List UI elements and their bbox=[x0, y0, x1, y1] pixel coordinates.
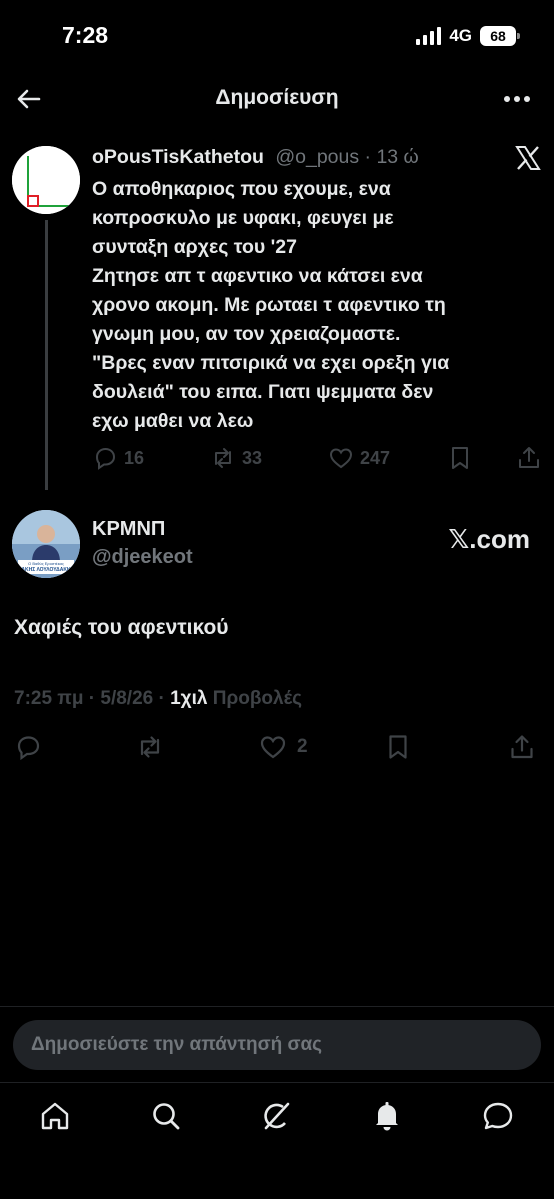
reply-count: 16 bbox=[124, 447, 145, 468]
separator-dot: · bbox=[359, 146, 377, 168]
quoted-post-text: Ο αποθηκαριος που εχουμε, ενα κοπροσκυλο… bbox=[92, 175, 532, 436]
share-icon bbox=[519, 447, 539, 468]
repost-icon bbox=[140, 736, 160, 758]
post-text-line: δουλειά" του ειπα. Γιατι ψεμματα δεν bbox=[92, 381, 434, 403]
main-post-actions: 2 bbox=[12, 733, 542, 765]
network-type: 4G bbox=[449, 26, 472, 45]
avatar-caption: Ο Βαθύς Ερυστέκας bbox=[28, 561, 64, 566]
post-date: 5/8/26 bbox=[100, 688, 154, 709]
author-handle[interactable]: @djeekeot bbox=[92, 546, 193, 569]
top-app-bar: Δημοσίευση bbox=[0, 76, 554, 122]
more-options-button[interactable] bbox=[502, 86, 532, 112]
separator-dot: · bbox=[153, 688, 171, 709]
x-logo-icon bbox=[514, 144, 542, 172]
quoted-post-actions: 16 33 247 bbox=[92, 445, 542, 475]
signal-icon bbox=[416, 27, 442, 45]
separator-dot: · bbox=[83, 688, 101, 709]
quoted-post[interactable]: oPousTisKathetou @o_pous · 13 ώ Ο αποθηκ… bbox=[12, 140, 542, 490]
reply-input[interactable] bbox=[13, 1020, 541, 1070]
post-time: 7:25 πμ bbox=[14, 688, 84, 709]
bookmark-icon bbox=[389, 735, 407, 759]
tab-notifications[interactable] bbox=[370, 1099, 404, 1133]
avatar-image: Ο Βαθύς Ερυστέκας ΑΚΗΣ ΛΟΥΛΟΥΔΑΚΗ bbox=[12, 510, 80, 578]
post-text-line: εχω μαθει να λεω bbox=[92, 410, 254, 432]
tab-search[interactable] bbox=[149, 1099, 183, 1133]
author-name[interactable]: oPousTisKathetou bbox=[92, 146, 264, 168]
tab-home[interactable] bbox=[38, 1099, 72, 1133]
xcom-watermark: 𝕏.com bbox=[448, 524, 530, 554]
repost-count: 33 bbox=[242, 447, 263, 468]
reply-icon bbox=[17, 736, 40, 761]
status-bar: 7:28 4G 68 bbox=[0, 0, 554, 70]
author-name[interactable]: ΚΡΜΝΠ bbox=[92, 518, 165, 541]
post-text-line: κοπροσκυλο με υφακι, φευγει με bbox=[92, 207, 394, 229]
post-text-line: Ο αποθηκαριος που εχουμε, ενα bbox=[92, 178, 391, 200]
post-text-line: Ζητησε απ τ αφεντικο να κάτσει ενα bbox=[92, 265, 423, 287]
repost-button[interactable]: 33 bbox=[210, 445, 262, 471]
post-text: Χαφιές του αφεντικού bbox=[14, 616, 229, 639]
post-text-line: γνωμη μου, αν τον χρειαζομαστε. bbox=[92, 323, 401, 345]
post-text-line: συνταξη αρχες του '27 bbox=[92, 236, 297, 258]
battery-icon: 68 bbox=[480, 26, 520, 46]
bookmark-icon bbox=[452, 447, 468, 469]
avatar[interactable]: Ο Βαθύς Ερυστέκας ΑΚΗΣ ΛΟΥΛΟΥΔΑΚΗ bbox=[12, 510, 80, 578]
post-time: 13 ώ bbox=[376, 146, 419, 168]
like-button[interactable]: 2 bbox=[259, 733, 308, 761]
repost-icon bbox=[215, 448, 231, 468]
perpendicular-avatar-image bbox=[12, 146, 80, 214]
like-icon bbox=[260, 736, 286, 759]
post-text-line: "Βρες εναν πιτσιρικά να εχει ορεξη για bbox=[92, 352, 450, 374]
grok-icon bbox=[264, 1102, 290, 1130]
quoted-post-header: oPousTisKathetou @o_pous · 13 ώ bbox=[92, 146, 419, 169]
like-count: 2 bbox=[297, 736, 308, 757]
like-count: 247 bbox=[360, 447, 391, 468]
views-count: 1χιλ bbox=[170, 688, 208, 709]
status-time: 7:28 bbox=[62, 22, 109, 48]
like-button[interactable]: 247 bbox=[328, 445, 390, 471]
status-indicators: 4G 68 bbox=[416, 26, 520, 46]
bottom-tab-bar bbox=[0, 1082, 554, 1199]
author-handle[interactable]: @o_pous bbox=[275, 146, 359, 168]
bookmark-button[interactable] bbox=[447, 445, 473, 471]
repost-button[interactable] bbox=[136, 733, 164, 761]
more-horizontal-icon bbox=[504, 96, 530, 102]
avatar[interactable] bbox=[12, 146, 80, 214]
bookmark-button[interactable] bbox=[384, 733, 412, 761]
like-icon bbox=[329, 448, 353, 469]
views-label[interactable]: Προβολές bbox=[213, 688, 302, 709]
share-icon bbox=[511, 735, 533, 759]
reply-button[interactable]: 16 bbox=[92, 445, 144, 471]
share-button[interactable] bbox=[508, 733, 536, 761]
post-text-line: χρονο ακομη. Με ρωταει τ αφεντικο τη bbox=[92, 294, 446, 316]
tab-grok[interactable] bbox=[259, 1099, 293, 1133]
search-icon bbox=[153, 1103, 180, 1130]
share-button[interactable] bbox=[516, 445, 542, 471]
reply-icon bbox=[95, 447, 116, 470]
thread-connector-line bbox=[45, 220, 48, 490]
notifications-icon bbox=[376, 1102, 398, 1131]
post-metadata: 7:25 πμ · 5/8/26 · 1χιλ Προβολές bbox=[14, 688, 302, 710]
home-icon bbox=[41, 1102, 69, 1130]
avatar-caption: ΑΚΗΣ ΛΟΥΛΟΥΔΑΚΗ bbox=[21, 567, 71, 573]
page-title: Δημοσίευση bbox=[215, 86, 339, 109]
tab-messages[interactable] bbox=[481, 1099, 515, 1133]
messages-icon bbox=[483, 1102, 513, 1130]
divider bbox=[0, 1006, 554, 1007]
reply-button[interactable] bbox=[14, 733, 42, 761]
